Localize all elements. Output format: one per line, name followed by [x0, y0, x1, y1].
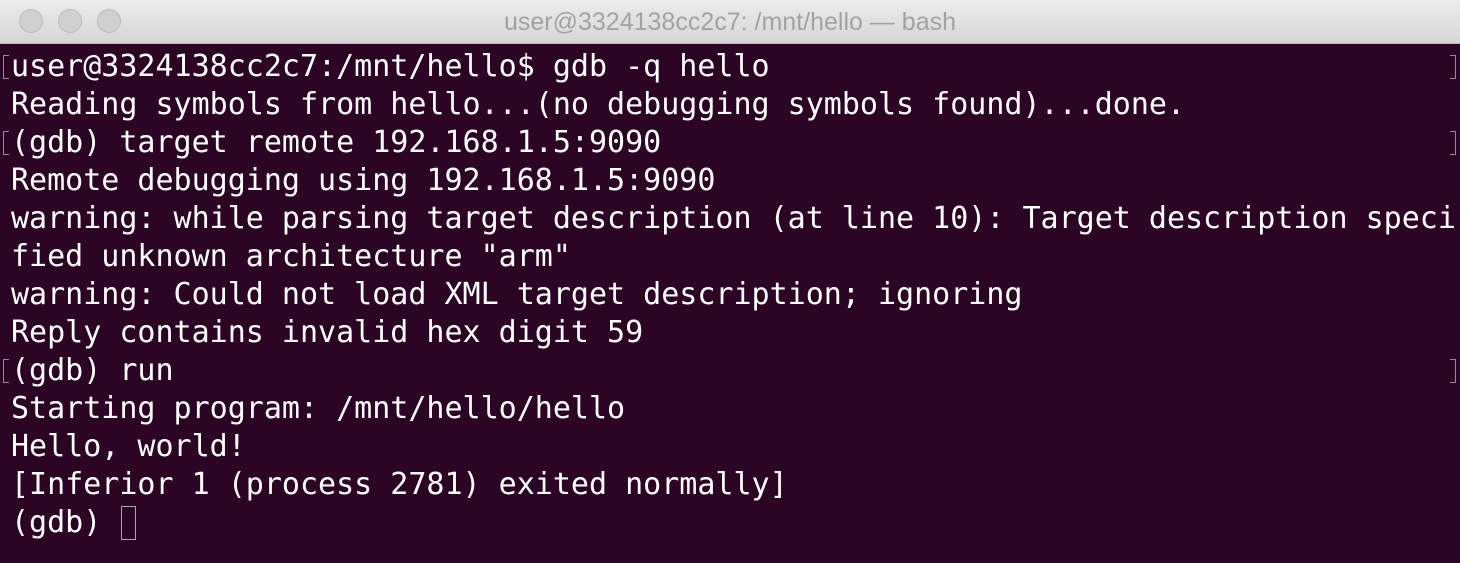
- terminal-window: user@3324138cc2c7: /mnt/hello — bash use…: [0, 0, 1460, 563]
- terminal-line: warning: Could not load XML target descr…: [11, 277, 1023, 312]
- command-mark-icon: [3, 131, 9, 155]
- terminal-line: Reading symbols from hello...(no debuggi…: [11, 87, 1185, 122]
- terminal-line: fied unknown architecture "arm": [11, 239, 571, 274]
- command-mark-icon: [3, 359, 9, 383]
- prompt-line[interactable]: (gdb): [11, 504, 137, 542]
- terminal-line: Hello, world!: [11, 429, 246, 464]
- terminal-line: user@3324138cc2c7:/mnt/hello$ gdb -q hel…: [11, 49, 770, 84]
- command-mark-icon: [1450, 55, 1456, 79]
- window-title: user@3324138cc2c7: /mnt/hello — bash: [503, 8, 957, 36]
- terminal-line: [Inferior 1 (process 2781) exited normal…: [11, 467, 788, 502]
- terminal-line: Starting program: /mnt/hello/hello: [11, 391, 626, 426]
- terminal-line: Remote debugging using 192.168.1.5:9090: [11, 163, 716, 198]
- terminal-line: Reply contains invalid hex digit 59: [11, 315, 644, 350]
- text-cursor: [121, 506, 137, 540]
- terminal-line: warning: while parsing target descriptio…: [11, 201, 1456, 236]
- terminal-line: (gdb) target remote 192.168.1.5:9090: [11, 125, 662, 160]
- command-mark-icon: [1450, 131, 1456, 155]
- terminal-output[interactable]: user@3324138cc2c7:/mnt/hello$ gdb -q hel…: [0, 48, 1460, 563]
- command-mark-icon: [1450, 359, 1456, 383]
- gdb-prompt: (gdb): [11, 505, 120, 540]
- title-bar[interactable]: user@3324138cc2c7: /mnt/hello — bash: [0, 0, 1460, 44]
- command-mark-icon: [3, 55, 9, 79]
- terminal-line: (gdb) run: [11, 353, 174, 388]
